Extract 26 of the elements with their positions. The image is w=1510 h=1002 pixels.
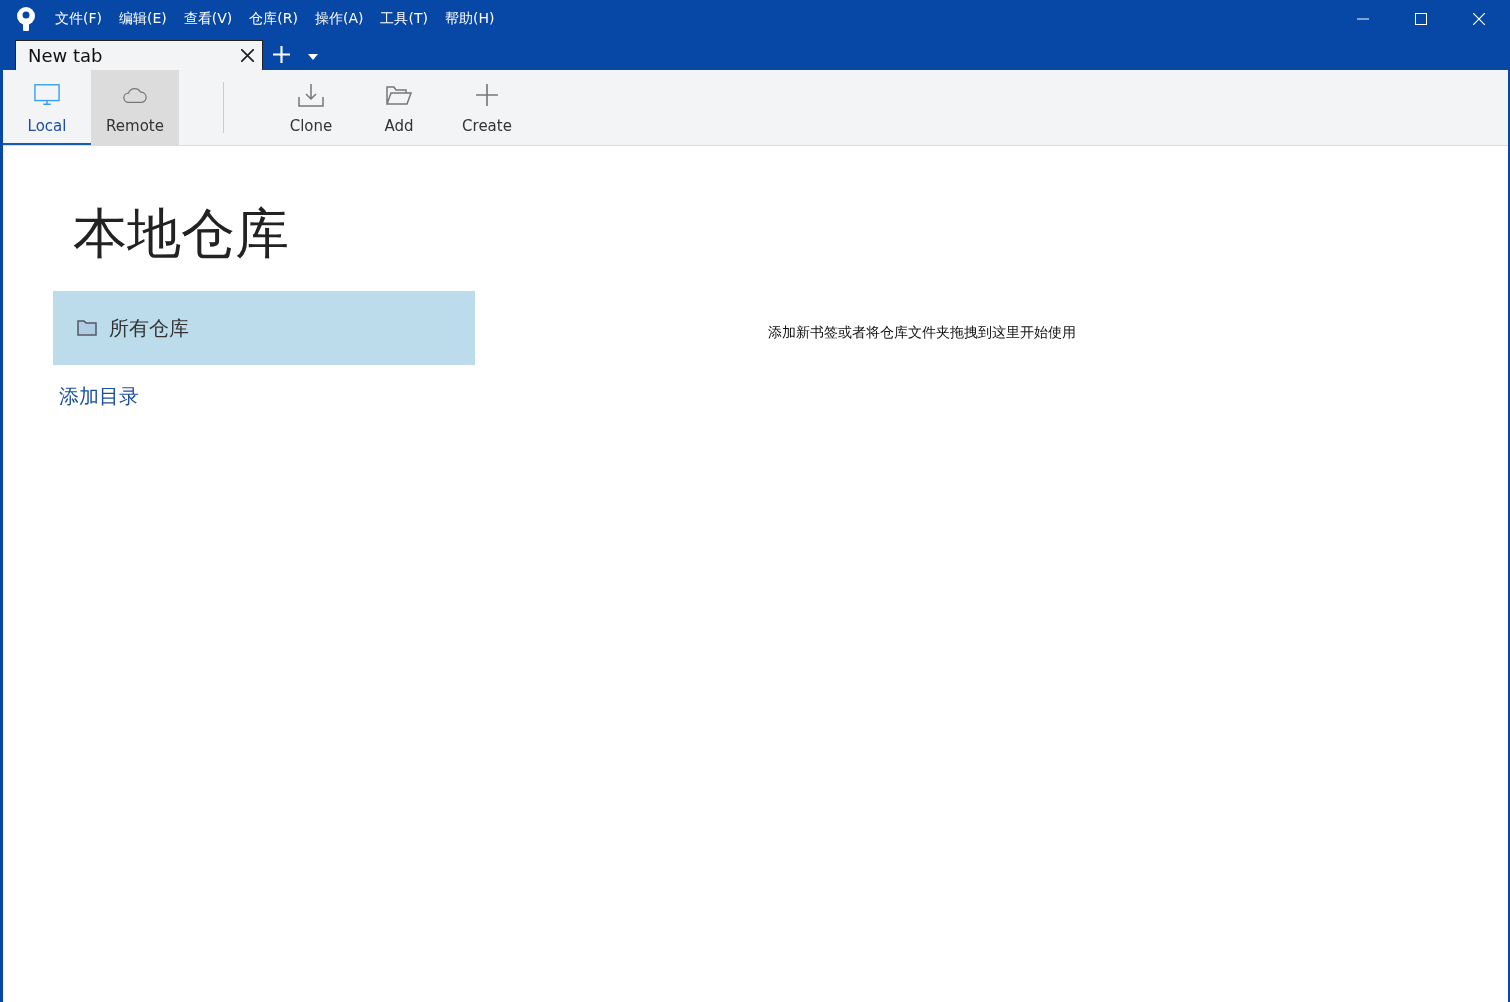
folder-icon — [386, 83, 412, 107]
maximize-icon[interactable] — [1415, 13, 1427, 25]
menu-item[interactable]: 工具(T) — [380, 10, 428, 28]
download-icon — [298, 83, 324, 107]
toolbar-button[interactable]: Add — [355, 70, 443, 145]
menu-item[interactable]: 编辑(E) — [119, 10, 167, 28]
add-tab-icon[interactable] — [273, 46, 290, 63]
monitor-icon — [34, 83, 60, 107]
menu-item[interactable]: 仓库(R) — [249, 10, 298, 28]
close-icon[interactable] — [241, 49, 254, 62]
app-logo-icon — [15, 6, 37, 32]
document-tab[interactable]: New tab — [15, 40, 263, 70]
page-heading: 本地仓库 — [73, 201, 290, 267]
menu-item[interactable]: 查看(V) — [183, 10, 233, 28]
empty-message: 添加新书签或者将仓库文件夹拖拽到这里开始使用 — [767, 324, 1076, 342]
add-directory-link[interactable]: 添加目录 — [59, 383, 139, 410]
menu-item[interactable]: 文件(F) — [55, 10, 102, 28]
toolbar-button[interactable]: Create — [443, 70, 531, 145]
sidebar-item[interactable]: 所有仓库 — [53, 291, 475, 365]
toolbar-button[interactable]: Clone — [267, 70, 355, 145]
menu-item[interactable]: 帮助(H) — [444, 10, 495, 28]
folder-icon — [77, 320, 97, 336]
menu-item[interactable]: 操作(A) — [314, 10, 364, 28]
plus-icon — [474, 83, 500, 107]
dropdown-caret-icon[interactable] — [308, 54, 318, 60]
mode-tab[interactable]: Remote — [91, 70, 179, 145]
